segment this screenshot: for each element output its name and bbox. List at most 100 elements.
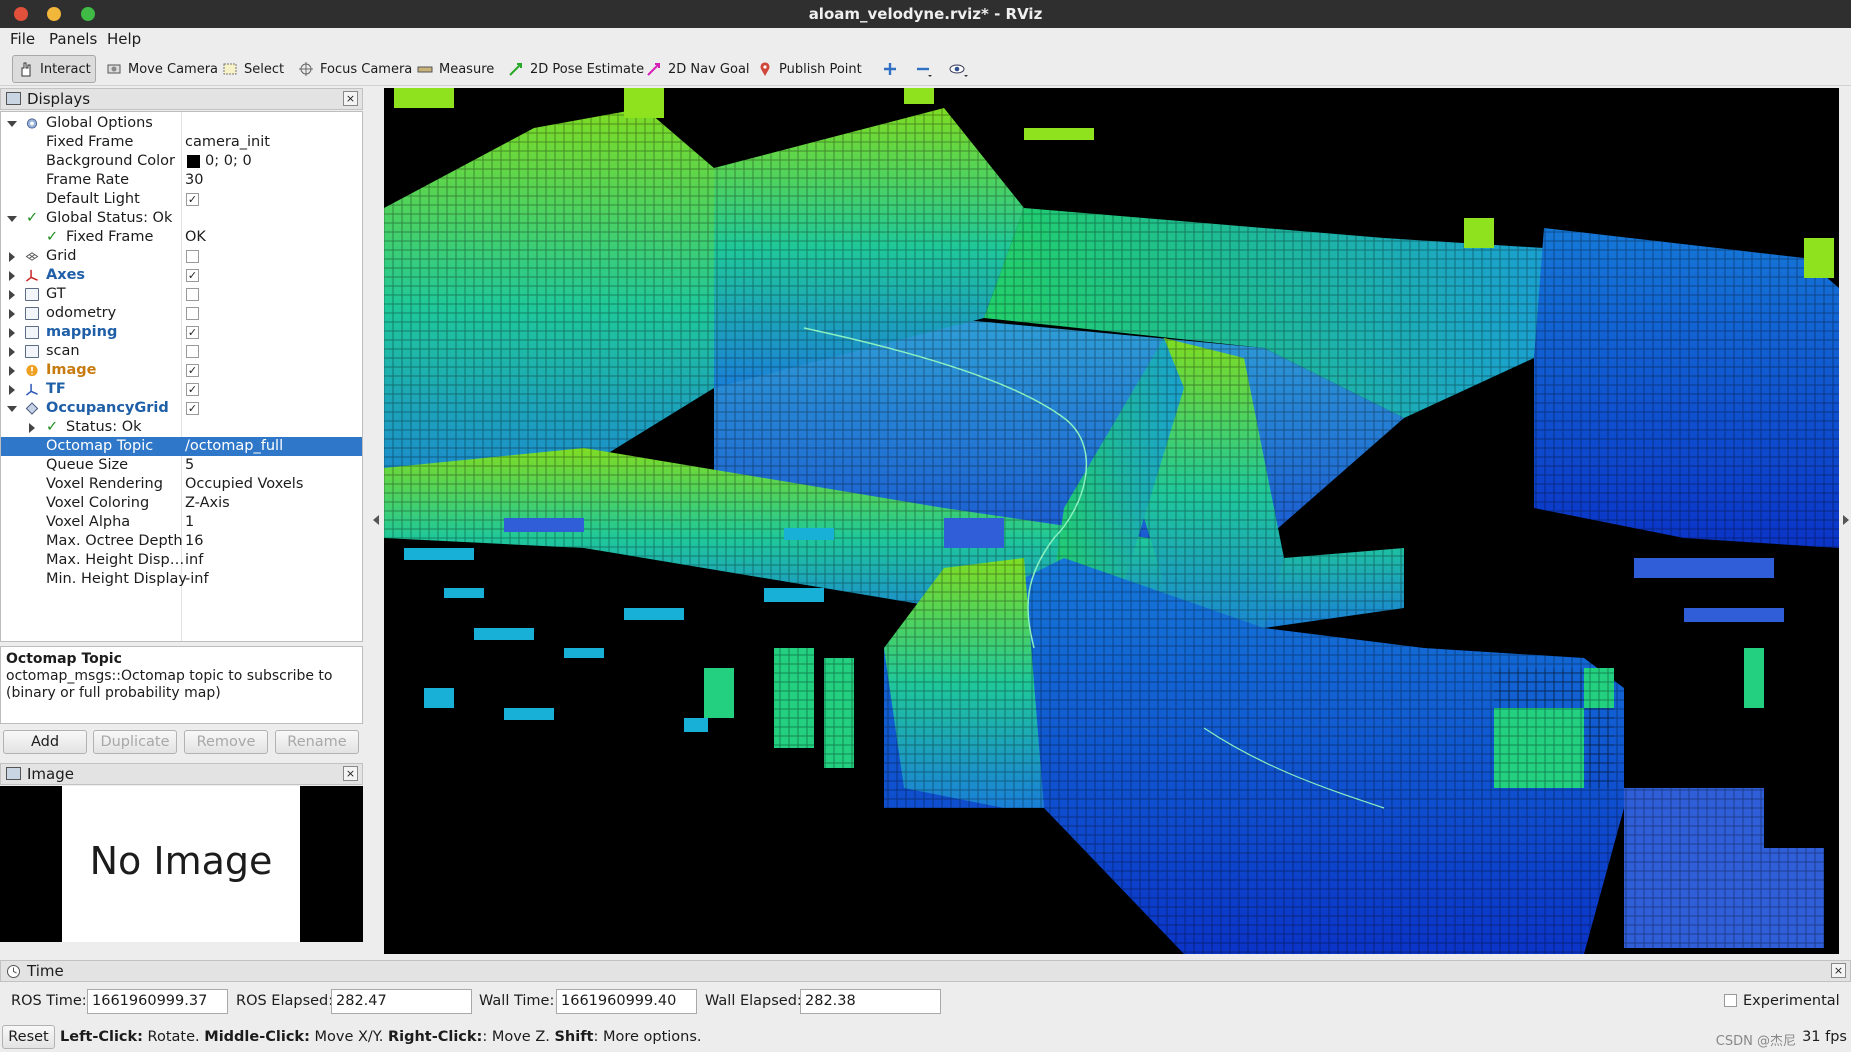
tree-row-gt[interactable]: GT	[1, 285, 362, 304]
tree-row-value[interactable]: camera_init	[185, 133, 270, 152]
publish-point-tool-button[interactable]: Publish Point	[752, 55, 867, 83]
expand-arrow-icon[interactable]	[9, 366, 15, 376]
tree-row-background-color[interactable]: Background Color 0; 0; 0	[1, 152, 362, 171]
close-icon[interactable]: ×	[1831, 963, 1846, 978]
expand-arrow-icon[interactable]	[9, 309, 15, 319]
left-splitter-handle-icon[interactable]	[373, 515, 379, 525]
tree-row-min-height-display[interactable]: Min. Height Display -inf	[1, 570, 362, 589]
tree-row-global-status[interactable]: ✓ Global Status: Ok	[1, 209, 362, 228]
checkbox[interactable]: ✓	[186, 269, 199, 282]
menu-panels[interactable]: Panels	[49, 30, 97, 48]
interact-tool-button[interactable]: Interact	[12, 55, 96, 83]
tree-row-value[interactable]: /octomap_full	[185, 437, 283, 456]
tree-row-tf[interactable]: TF ✓	[1, 380, 362, 399]
tree-row-value[interactable]: 1	[185, 513, 194, 532]
tree-row-octomap-topic[interactable]: Octomap Topic /octomap_full	[1, 437, 362, 456]
color-swatch[interactable]	[187, 155, 200, 168]
tree-row-value[interactable]: -inf	[185, 570, 209, 589]
tree-row-value[interactable]: 16	[185, 532, 203, 551]
pose-estimate-tool-button[interactable]: 2D Pose Estimate	[503, 55, 649, 83]
close-icon[interactable]: ×	[343, 91, 358, 106]
tree-row-status[interactable]: ✓ Status: Ok	[1, 418, 362, 437]
tree-row-occupancy-grid[interactable]: OccupancyGrid ✓	[1, 399, 362, 418]
checkbox[interactable]: ✓	[186, 193, 199, 206]
ros-elapsed-field[interactable]: 282.47	[331, 989, 472, 1014]
nav-goal-tool-button[interactable]: 2D Nav Goal	[641, 55, 755, 83]
checkbox[interactable]: ✓	[186, 364, 199, 377]
checkbox[interactable]	[186, 345, 199, 358]
minimize-window-icon[interactable]	[47, 7, 61, 21]
expand-arrow-icon[interactable]	[29, 423, 35, 433]
expand-arrow-icon[interactable]	[9, 252, 15, 262]
duplicate-button[interactable]: Duplicate	[93, 730, 177, 754]
ros-time-field[interactable]: 1661960999.37	[87, 989, 228, 1014]
checkbox[interactable]	[186, 288, 199, 301]
tf-icon	[25, 383, 38, 396]
tree-row-default-light[interactable]: Default Light ✓	[1, 190, 362, 209]
reset-button[interactable]: Reset	[2, 1025, 55, 1049]
tree-row-label: GT	[46, 286, 66, 302]
expand-arrow-icon[interactable]	[9, 347, 15, 357]
move-camera-tool-button[interactable]: Move Camera	[101, 55, 223, 83]
tree-row-value[interactable]: 30	[185, 171, 203, 190]
tree-row-odometry[interactable]: odometry	[1, 304, 362, 323]
menu-help[interactable]: Help	[107, 30, 141, 48]
tree-row-scan[interactable]: scan	[1, 342, 362, 361]
tree-row-label: Frame Rate	[46, 172, 130, 188]
tree-row-value[interactable]: 5	[185, 456, 194, 475]
expand-arrow-icon[interactable]	[9, 271, 15, 281]
expand-arrow-icon[interactable]	[9, 290, 15, 300]
tree-row-voxel-coloring[interactable]: Voxel Coloring Z-Axis	[1, 494, 362, 513]
tree-row-voxel-alpha[interactable]: Voxel Alpha 1	[1, 513, 362, 532]
add-tool-button[interactable]	[877, 55, 903, 83]
rename-button[interactable]: Rename	[275, 730, 359, 754]
experimental-checkbox[interactable]	[1724, 994, 1737, 1007]
tree-row-max-height-display[interactable]: Max. Height Disp… inf	[1, 551, 362, 570]
tree-row-fixed-frame[interactable]: Fixed Frame camera_init	[1, 133, 362, 152]
expand-arrow-icon[interactable]	[7, 121, 17, 127]
menu-file[interactable]: File	[10, 30, 35, 48]
checkbox[interactable]: ✓	[186, 383, 199, 396]
checkbox[interactable]: ✓	[186, 326, 199, 339]
tree-row-frame-rate[interactable]: Frame Rate 30	[1, 171, 362, 190]
window-title: aloam_velodyne.rviz* - RViz	[808, 5, 1043, 23]
displays-tree[interactable]: Global Options Fixed Frame camera_init B…	[0, 111, 363, 642]
tree-row-voxel-rendering[interactable]: Voxel Rendering Occupied Voxels	[1, 475, 362, 494]
tree-row-mapping[interactable]: mapping ✓	[1, 323, 362, 342]
tree-row-value[interactable]: 0; 0; 0	[205, 152, 252, 171]
checkbox[interactable]	[186, 250, 199, 263]
tree-row-value[interactable]: Occupied Voxels	[185, 475, 303, 494]
remove-button[interactable]: Remove	[184, 730, 268, 754]
expand-arrow-icon[interactable]	[9, 328, 15, 338]
3d-render-view[interactable]	[384, 88, 1839, 954]
tree-row-queue-size[interactable]: Queue Size 5	[1, 456, 362, 475]
tree-row-grid[interactable]: Grid	[1, 247, 362, 266]
maximize-window-icon[interactable]	[81, 7, 95, 21]
displays-panel-title: Displays ×	[0, 88, 363, 110]
close-icon[interactable]: ×	[343, 766, 358, 781]
expand-arrow-icon[interactable]	[9, 385, 15, 395]
wall-time-field[interactable]: 1661960999.40	[556, 989, 697, 1014]
toolbar: Interact Move Camera Select Focus Camera…	[0, 52, 1851, 86]
checkbox[interactable]: ✓	[186, 402, 199, 415]
tree-row-global-options[interactable]: Global Options	[1, 114, 362, 133]
expand-arrow-icon[interactable]	[7, 216, 17, 222]
measure-tool-button[interactable]: Measure	[412, 55, 499, 83]
close-window-icon[interactable]	[14, 7, 28, 21]
tree-row-label: Grid	[46, 248, 77, 264]
view-options-tool-button[interactable]	[944, 55, 974, 83]
tree-row-value[interactable]: inf	[185, 551, 203, 570]
tree-row-fixed-frame-status[interactable]: ✓ Fixed Frame OK	[1, 228, 362, 247]
checkbox[interactable]	[186, 307, 199, 320]
tree-row-axes[interactable]: Axes ✓	[1, 266, 362, 285]
expand-arrow-icon[interactable]	[7, 406, 17, 412]
right-splitter-handle-icon[interactable]	[1843, 515, 1849, 525]
add-button[interactable]: Add	[3, 730, 87, 754]
wall-elapsed-field[interactable]: 282.38	[800, 989, 941, 1014]
remove-tool-button[interactable]	[910, 55, 938, 83]
select-tool-button[interactable]: Select	[217, 55, 289, 83]
focus-camera-tool-button[interactable]: Focus Camera	[293, 55, 417, 83]
tree-row-max-octree-depth[interactable]: Max. Octree Depth 16	[1, 532, 362, 551]
tree-row-value[interactable]: Z-Axis	[185, 494, 230, 513]
tree-row-image[interactable]: Image ✓	[1, 361, 362, 380]
